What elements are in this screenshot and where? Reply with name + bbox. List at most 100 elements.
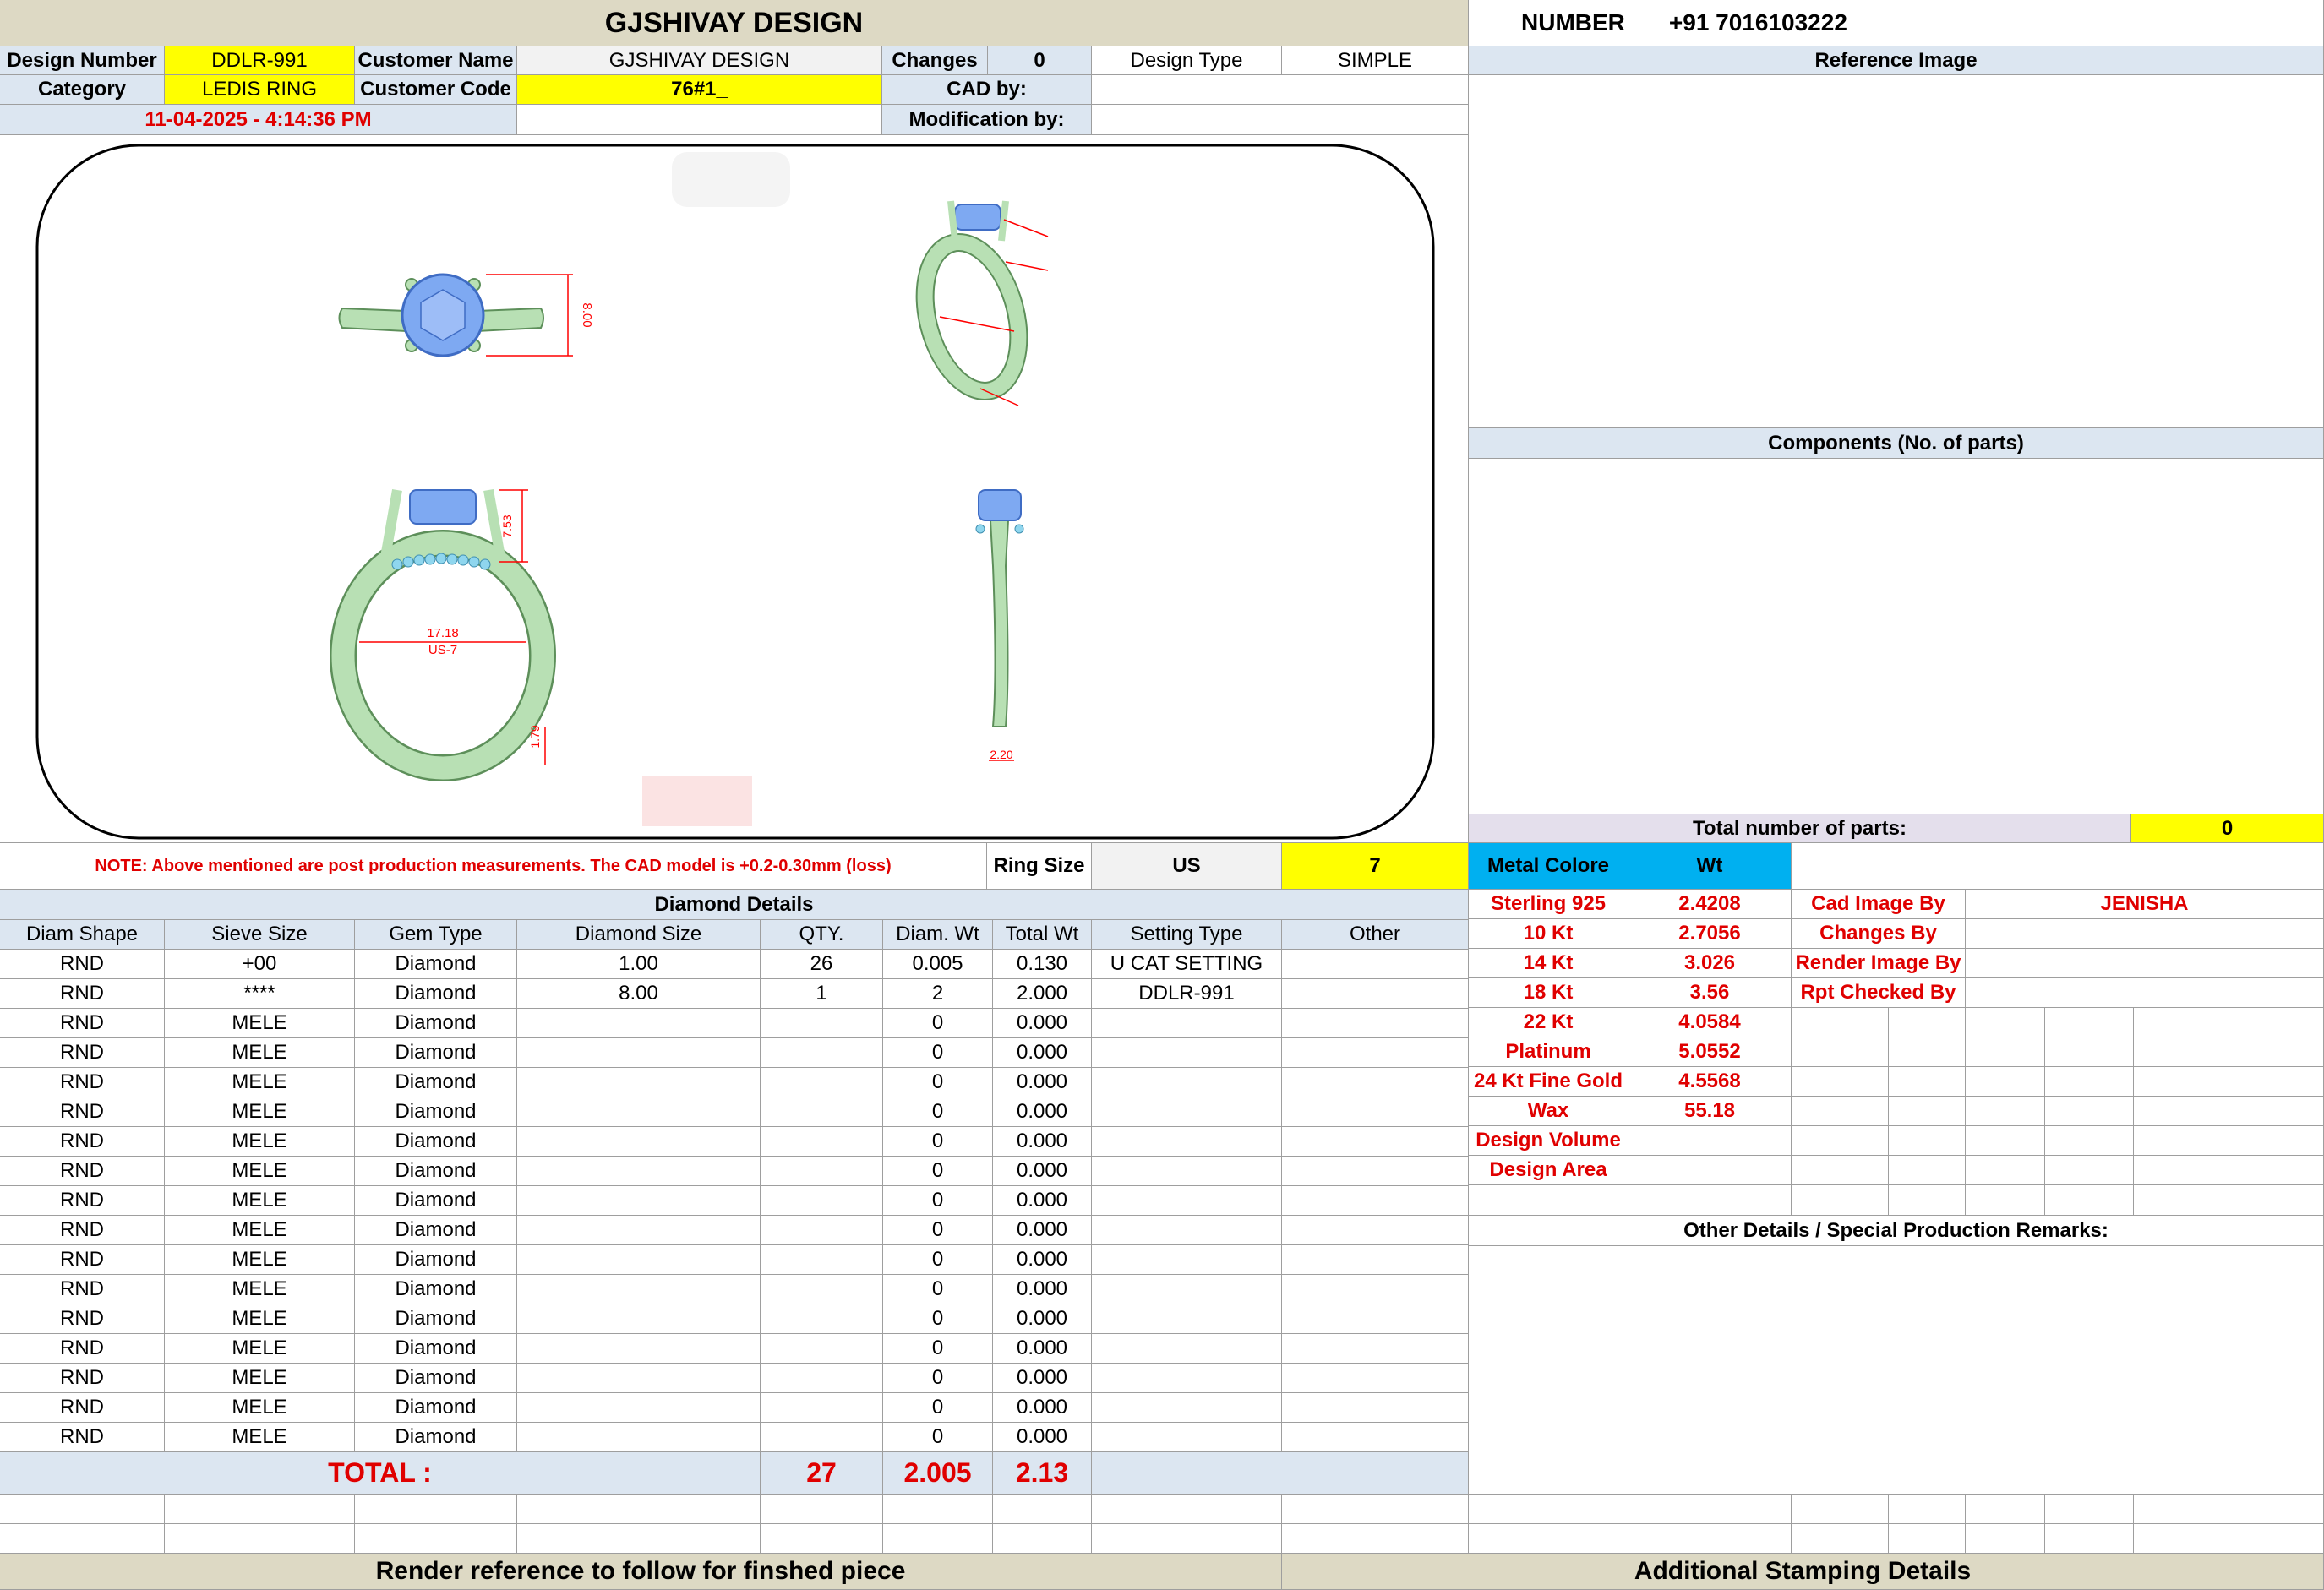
cad-by-value[interactable] (1092, 75, 1469, 105)
blank-cell (2134, 1495, 2201, 1524)
diamond-cell-gem-type: Diamond (355, 1275, 517, 1304)
diamond-cell-other (1282, 979, 1469, 1009)
grid-cell (1966, 1067, 2045, 1097)
watermark-badge (642, 776, 752, 826)
diamond-cell-sieve-size: MELE (165, 1245, 355, 1275)
diamond-cell-qty (761, 1423, 883, 1452)
grid-cell (2201, 1185, 2324, 1216)
grid-cell (2134, 1156, 2201, 1185)
blank-cell (165, 1524, 355, 1554)
diamond-cell-qty (761, 1157, 883, 1186)
diamond-cell-setting-type (1092, 1097, 1282, 1127)
diamond-cell-setting-type (1092, 1068, 1282, 1097)
diamond-cell-diam-wt: 0 (883, 1245, 993, 1275)
other-details-area[interactable] (1469, 1246, 2324, 1495)
diamond-cell-sieve-size: MELE (165, 1275, 355, 1304)
total-wt: 2.13 (993, 1452, 1092, 1495)
perspective-view (915, 200, 1049, 406)
grid-cell (2045, 1008, 2134, 1037)
category-label: Category (0, 75, 165, 105)
metal-name: Design Area (1469, 1156, 1628, 1185)
production-note: NOTE: Above mentioned are post productio… (0, 843, 987, 890)
diamond-cell-total-wt: 0.000 (993, 1304, 1092, 1334)
diamond-cell-diam-wt: 0 (883, 1068, 993, 1097)
grid-cell (2201, 1126, 2324, 1156)
diamond-cell-total-wt: 0.000 (993, 1097, 1092, 1127)
grid-cell (1889, 1037, 1966, 1067)
customer-name-value: GJSHIVAY DESIGN (517, 46, 882, 75)
diamond-cell-sieve-size: MELE (165, 1364, 355, 1393)
number-value: +91 7016103222 (1668, 9, 1847, 35)
diamond-cell-sieve-size: MELE (165, 1009, 355, 1038)
diamond-cell-diam-shape: RND (0, 1038, 165, 1068)
diamond-cell-setting-type (1092, 1038, 1282, 1068)
grid-cell (2134, 1067, 2201, 1097)
metal-weight: 5.0552 (1628, 1037, 1792, 1067)
ring-size-value: 7 (1282, 843, 1469, 890)
blank-cell (355, 1495, 517, 1524)
metal-weight: 2.4208 (1628, 890, 1792, 919)
diamond-cell-total-wt: 0.000 (993, 1009, 1092, 1038)
diamond-cell-other (1282, 1334, 1469, 1364)
diamond-cell-diamond-size: 1.00 (517, 950, 761, 979)
diamond-cell-diamond-size (517, 1157, 761, 1186)
cad-by-label: CAD by: (882, 75, 1092, 105)
diamond-cell-other (1282, 1157, 1469, 1186)
diamond-cell-diamond-size (517, 1038, 761, 1068)
dimension-line (1005, 261, 1049, 271)
diamond-cell-diam-shape: RND (0, 1068, 165, 1097)
metal-name: 18 Kt (1469, 978, 1628, 1008)
diamond-cell-sieve-size: MELE (165, 1068, 355, 1097)
metal-weight (1628, 1156, 1792, 1185)
grid-cell (2134, 1185, 2201, 1216)
grid-cell (1889, 1097, 1966, 1126)
diamond-header-qty: QTY. (761, 920, 883, 950)
blank-cell (1966, 1495, 2045, 1524)
diamond-cell-gem-type: Diamond (355, 1216, 517, 1245)
diamond-cell-sieve-size: **** (165, 979, 355, 1009)
modification-by-value[interactable] (1092, 105, 1469, 135)
blank-cell (2201, 1524, 2324, 1554)
diamond-cell-diam-shape: RND (0, 1334, 165, 1364)
side-view: 2.20 (975, 489, 1024, 761)
grid-cell (2045, 1185, 2134, 1216)
diamond-cell-qty (761, 1186, 883, 1216)
metal-weight: 4.0584 (1628, 1008, 1792, 1037)
diamond-cell-diam-shape: RND (0, 1423, 165, 1452)
top-view-band-right (477, 307, 544, 333)
grid-cell (1792, 1126, 1889, 1156)
metal-weight: 4.5568 (1628, 1067, 1792, 1097)
credit-value[interactable] (1966, 919, 2324, 949)
diamond-cell-qty (761, 1068, 883, 1097)
blank-cell (1889, 1524, 1966, 1554)
credit-label: Changes By (1792, 919, 1966, 949)
diamond-cell-diamond-size (517, 1304, 761, 1334)
grid-cell (1792, 1008, 1889, 1037)
grid-cell (2134, 1097, 2201, 1126)
credit-value[interactable]: JENISHA (1966, 890, 2324, 919)
diamond-cell-diamond-size (517, 1009, 761, 1038)
diamond-cell-diamond-size (517, 1097, 761, 1127)
diamond-cell-gem-type: Diamond (355, 1423, 517, 1452)
diamond-cell-diamond-size (517, 1186, 761, 1216)
blank-cell (1282, 1524, 1469, 1554)
grid-cell (1966, 1185, 2045, 1216)
diamond-cell-other (1282, 1364, 1469, 1393)
diamond-cell-qty (761, 1009, 883, 1038)
credit-value[interactable] (1966, 978, 2324, 1008)
grid-cell (2134, 1126, 2201, 1156)
center-stone-perspective (954, 204, 1001, 231)
modification-by-label: Modification by: (882, 105, 1092, 135)
diamond-cell-total-wt: 0.000 (993, 1127, 1092, 1157)
diamond-cell-sieve-size: MELE (165, 1334, 355, 1364)
diamond-cell-diam-wt: 0 (883, 1275, 993, 1304)
credit-value[interactable] (1966, 949, 2324, 978)
diamond-cell-setting-type (1092, 1245, 1282, 1275)
ring-band-perspective (917, 235, 1027, 399)
metal-weight: 3.026 (1628, 949, 1792, 978)
diamond-cell-diamond-size (517, 1127, 761, 1157)
category-value: LEDIS RING (165, 75, 355, 105)
diamond-cell-diam-wt: 0 (883, 1186, 993, 1216)
diamond-cell-diam-wt: 0 (883, 1393, 993, 1423)
watermark-logo (672, 152, 790, 207)
